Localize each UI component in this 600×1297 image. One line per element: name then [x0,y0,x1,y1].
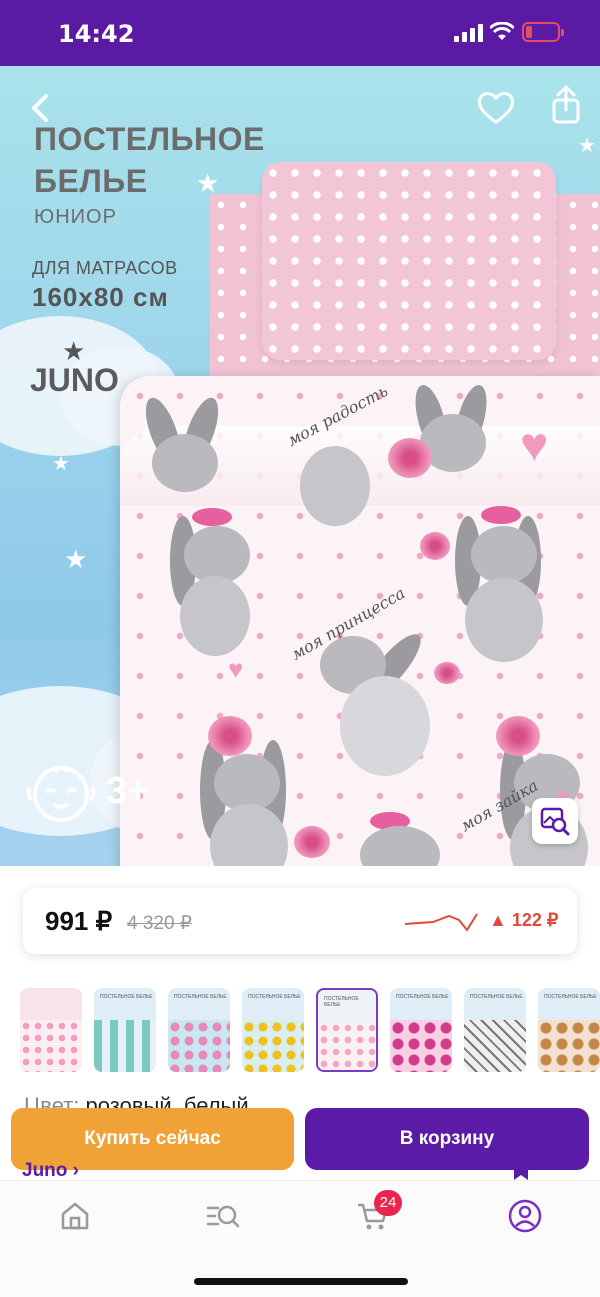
add-to-cart-button[interactable]: В корзину [305,1108,589,1170]
mattress-label: ДЛЯ МАТРАСОВ [32,258,178,278]
heart-icon[interactable] [474,86,518,130]
brand-link[interactable]: Juno › [22,1160,79,1182]
wifi-icon [490,22,514,40]
image-search-icon [540,807,570,836]
variant-thumbnail[interactable]: ПОСТЕЛЬНОЕ БЕЛЬЕ [390,988,452,1072]
back-icon[interactable] [22,86,66,130]
variant-thumbnail[interactable]: ПОСТЕЛЬНОЕ БЕЛЬЕ [242,988,304,1072]
baby-face-icon [26,766,96,822]
home-icon[interactable] [58,1199,92,1233]
variant-thumbnail-selected[interactable]: ПОСТЕЛЬНОЕ БЕЛЬЕ [316,988,378,1072]
hero-brand-logo: JUNO [30,362,119,398]
old-price: 4 320 ₽ [127,913,192,934]
cart-badge: 24 [374,1190,402,1216]
variant-thumbnail[interactable] [20,988,82,1072]
status-time: 14:42 [58,20,135,48]
variant-thumbnail[interactable]: ПОСТЕЛЬНОЕ БЕЛЬЕ [464,988,526,1072]
variant-thumbnail[interactable]: ПОСТЕЛЬНОЕ БЕЛЬЕ [168,988,230,1072]
catalog-search-icon[interactable] [206,1199,240,1233]
status-bar: 14:42 [0,0,600,66]
variant-thumbnail[interactable]: ПОСТЕЛЬНОЕ БЕЛЬЕ [538,988,600,1072]
signal-icon [454,24,483,42]
profile-icon[interactable] [508,1199,542,1233]
share-icon[interactable] [544,84,588,128]
hero-subtitle: ЮНИОР [34,206,117,228]
variant-thumbnails: ПОСТЕЛЬНОЕ БЕЛЬЕ ПОСТЕЛЬНОЕ БЕЛЬЕ ПОСТЕЛ… [20,988,600,1074]
image-search-button[interactable] [532,798,578,844]
battery-icon [522,22,564,42]
product-image[interactable]: ★ ★ ★ ★ ★ [0,66,600,866]
price-trend-sparkline [404,913,478,932]
age-label: 3+ [106,770,150,812]
mattress-size: 160x80 см [32,282,169,312]
price-card[interactable]: 991 ₽ 4 320 ₽ ▲ 122 ₽ [23,888,577,954]
pillow [262,162,556,360]
hero-title: ПОСТЕЛЬНОЕ БЕЛЬЕ [34,121,265,199]
home-indicator[interactable] [194,1278,408,1285]
bookmark-icon[interactable] [512,1160,530,1180]
price-change: ▲ 122 ₽ [489,910,559,930]
variant-thumbnail[interactable]: ПОСТЕЛЬНОЕ БЕЛЬЕ [94,988,156,1072]
current-price: 991 ₽ [45,906,113,936]
